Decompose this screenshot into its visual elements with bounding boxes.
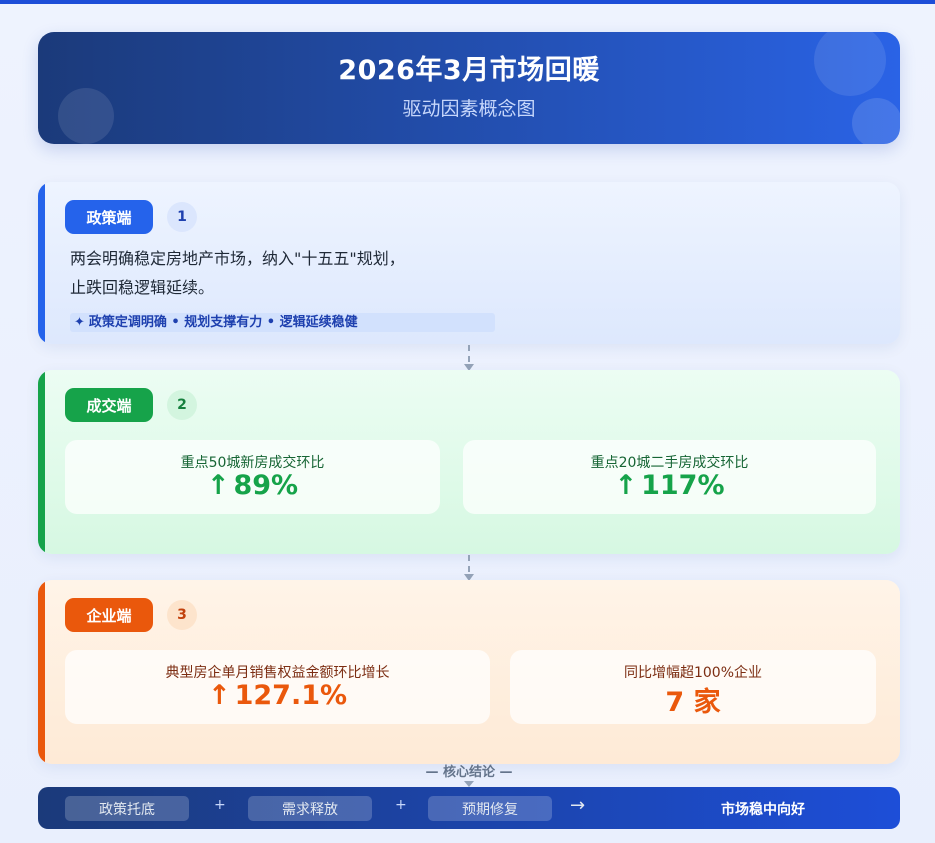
policy-highlight-note: ✦ 政策定调明确 • 规划支撑有力 • 逻辑延续稳健 — [70, 313, 495, 332]
corp-tag: 企业端 — [65, 598, 153, 632]
corp-stat-sales-growth: 典型房企单月销售权益金额环比增长 ↑ 127.1% — [65, 650, 490, 724]
plus-icon: + — [395, 797, 407, 813]
up-arrow-icon: ↑ — [206, 470, 230, 501]
stat-label: 同比增幅超100%企业 — [623, 665, 763, 681]
chip-demand-release: 需求释放 — [248, 796, 372, 821]
policy-line-2: 止跌回稳逻辑延续。 — [70, 278, 215, 297]
deal-tag: 成交端 — [65, 388, 153, 422]
stat-label: 典型房企单月销售权益金额环比增长 — [165, 665, 390, 681]
connector-dash — [468, 555, 470, 572]
top-accent-strip — [0, 0, 935, 4]
conclusion-bar: 政策托底 + 需求释放 + 预期修复 → 市场稳中向好 — [38, 787, 900, 829]
chip-policy-support: 政策托底 — [65, 796, 189, 821]
policy-card: 政策端 1 两会明确稳定房地产市场，纳入"十五五"规划， 止跌回稳逻辑延续。 ✦… — [38, 182, 900, 344]
stat-value-number: 89% — [233, 470, 299, 501]
page-title: 2026年3月市场回暖 — [338, 55, 600, 86]
page-subtitle: 驱动因素概念图 — [402, 98, 536, 120]
policy-line-1: 两会明确稳定房地产市场，纳入"十五五"规划， — [70, 249, 405, 268]
deal-stat-new-home: 重点50城新房成交环比 ↑ 89% — [65, 440, 440, 514]
chip-expectation-repair: 预期修复 — [428, 796, 552, 821]
corp-card: 企业端 3 典型房企单月销售权益金额环比增长 ↑ 127.1% 同比增幅超100%… — [38, 580, 900, 764]
sparkle-icon: ✦ — [74, 315, 85, 330]
flow-connector — [464, 555, 474, 581]
deal-index-badge: 2 — [167, 390, 197, 420]
policy-description: 两会明确稳定房地产市场，纳入"十五五"规划， 止跌回稳逻辑延续。 — [70, 244, 770, 302]
up-arrow-icon: ↑ — [614, 470, 638, 501]
arrow-right-icon: → — [570, 795, 586, 816]
plus-icon: + — [214, 797, 226, 813]
deal-stat-second-hand: 重点20城二手房成交环比 ↑ 117% — [463, 440, 876, 514]
stat-label: 重点50城新房成交环比 — [180, 455, 325, 471]
stat-value: ↑ 117% — [463, 470, 876, 501]
flow-connector — [464, 345, 474, 371]
stat-value: ↑ 89% — [65, 470, 440, 501]
policy-tag: 政策端 — [65, 200, 153, 234]
stat-value: ↑ 127.1% — [65, 680, 490, 711]
stat-label: 重点20城二手房成交环比 — [590, 455, 749, 471]
core-conclusion-label: — 核心结论 — — [425, 765, 513, 780]
deal-card: 成交端 2 重点50城新房成交环比 ↑ 89% 重点20城二手房成交环比 ↑ 117… — [38, 370, 900, 554]
policy-index-badge: 1 — [167, 202, 197, 232]
policy-note-text: 政策定调明确 • 规划支撑有力 • 逻辑延续稳健 — [88, 315, 358, 330]
stat-value-number: 7 家 — [665, 687, 721, 718]
corp-index-badge: 3 — [167, 600, 197, 630]
corp-stat-enterprise-count: 同比增幅超100%企业 7 家 — [510, 650, 876, 724]
header-banner: 2026年3月市场回暖 驱动因素概念图 — [38, 32, 900, 144]
connector-dash — [468, 345, 470, 362]
stat-value-number: 127.1% — [234, 680, 348, 711]
stat-value-number: 117% — [641, 470, 725, 501]
up-arrow-icon: ↑ — [207, 680, 231, 711]
conclusion-result: 市场稳中向好 — [721, 802, 805, 818]
